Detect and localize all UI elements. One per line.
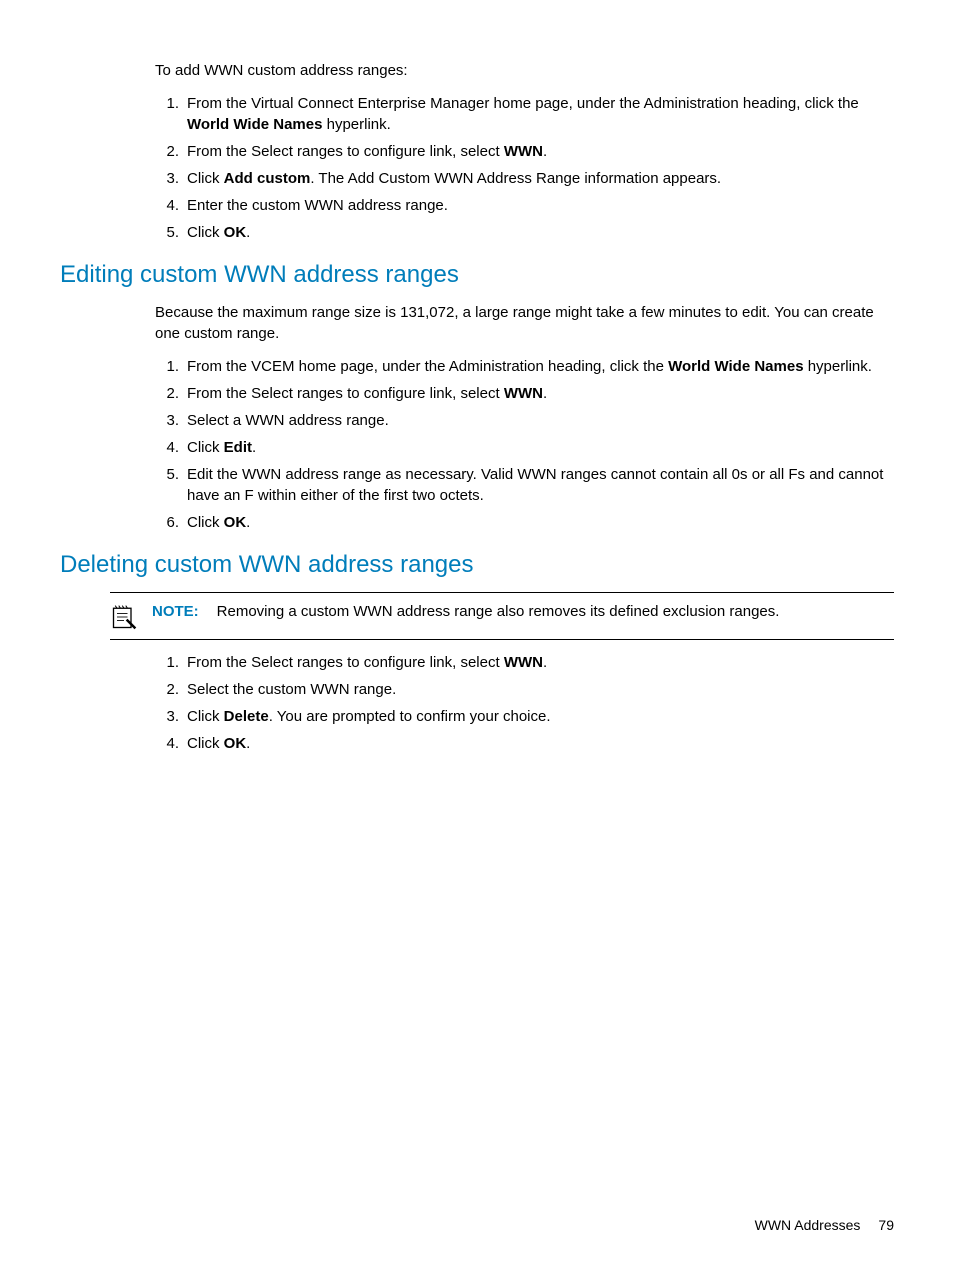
list-item: Click OK. <box>155 222 894 243</box>
list-item: Edit the WWN address range as necessary.… <box>155 464 894 506</box>
step-post: . <box>252 439 256 456</box>
step-bold: WWN <box>504 385 543 402</box>
step-post: . <box>543 143 547 160</box>
list-item: From the Select ranges to configure link… <box>155 652 894 673</box>
step-text: Click <box>187 514 224 531</box>
list-item: From the Select ranges to configure link… <box>155 383 894 404</box>
note-content: NOTE: Removing a custom WWN address range… <box>152 601 894 622</box>
step-post: hyperlink. <box>804 358 872 375</box>
list-item: Click OK. <box>155 733 894 754</box>
note-icon <box>110 603 138 631</box>
step-text: From the Select ranges to configure link… <box>187 385 504 402</box>
step-text: Select a WWN address range. <box>187 412 389 429</box>
step-text: Edit the WWN address range as necessary.… <box>187 466 883 504</box>
step-text: From the Select ranges to configure link… <box>187 654 504 671</box>
section1-intro: Because the maximum range size is 131,07… <box>155 302 894 344</box>
heading-deleting: Deleting custom WWN address ranges <box>60 551 894 580</box>
step-text: Select the custom WWN range. <box>187 681 396 698</box>
step-text: From the Virtual Connect Enterprise Mana… <box>187 95 859 112</box>
step-bold: OK <box>224 224 247 241</box>
section2-steps: From the Select ranges to configure link… <box>155 652 894 754</box>
step-text: Enter the custom WWN address range. <box>187 197 448 214</box>
step-text: From the VCEM home page, under the Admin… <box>187 358 668 375</box>
list-item: From the VCEM home page, under the Admin… <box>155 356 894 377</box>
note-label: NOTE: <box>152 603 199 620</box>
step-text: Click <box>187 735 224 752</box>
step-bold: WWN <box>504 654 543 671</box>
step-text: Click <box>187 439 224 456</box>
step-text: Click <box>187 708 224 725</box>
list-item: Click OK. <box>155 512 894 533</box>
step-post: . <box>246 224 250 241</box>
step-text: From the Select ranges to configure link… <box>187 143 504 160</box>
step-post: . <box>543 385 547 402</box>
step-post: . <box>543 654 547 671</box>
step-post: hyperlink. <box>322 116 390 133</box>
list-item: Click Delete. You are prompted to confir… <box>155 706 894 727</box>
list-item: Click Edit. <box>155 437 894 458</box>
section0-intro: To add WWN custom address ranges: <box>155 60 894 81</box>
list-item: From the Select ranges to configure link… <box>155 141 894 162</box>
note-block: NOTE: Removing a custom WWN address range… <box>110 592 894 640</box>
list-item: From the Virtual Connect Enterprise Mana… <box>155 93 894 135</box>
step-bold: Delete <box>224 708 269 725</box>
footer-page-number: 79 <box>878 1217 894 1233</box>
step-bold: Edit <box>224 439 252 456</box>
list-item: Enter the custom WWN address range. <box>155 195 894 216</box>
section1-steps: From the VCEM home page, under the Admin… <box>155 356 894 533</box>
step-post: . <box>246 735 250 752</box>
step-bold: WWN <box>504 143 543 160</box>
list-item: Select the custom WWN range. <box>155 679 894 700</box>
step-text: Click <box>187 224 224 241</box>
step-bold: OK <box>224 514 247 531</box>
footer-section-title: WWN Addresses <box>755 1217 861 1233</box>
section0-steps: From the Virtual Connect Enterprise Mana… <box>155 93 894 243</box>
step-post: . You are prompted to confirm your choic… <box>269 708 551 725</box>
step-post: . The Add Custom WWN Address Range infor… <box>310 170 721 187</box>
step-bold: World Wide Names <box>668 358 803 375</box>
heading-editing: Editing custom WWN address ranges <box>60 261 894 290</box>
list-item: Select a WWN address range. <box>155 410 894 431</box>
step-text: Click <box>187 170 224 187</box>
step-post: . <box>246 514 250 531</box>
page-footer: WWN Addresses 79 <box>755 1217 894 1233</box>
step-bold: World Wide Names <box>187 116 322 133</box>
note-text: Removing a custom WWN address range also… <box>217 603 780 620</box>
step-bold: OK <box>224 735 247 752</box>
step-bold: Add custom <box>224 170 311 187</box>
list-item: Click Add custom. The Add Custom WWN Add… <box>155 168 894 189</box>
